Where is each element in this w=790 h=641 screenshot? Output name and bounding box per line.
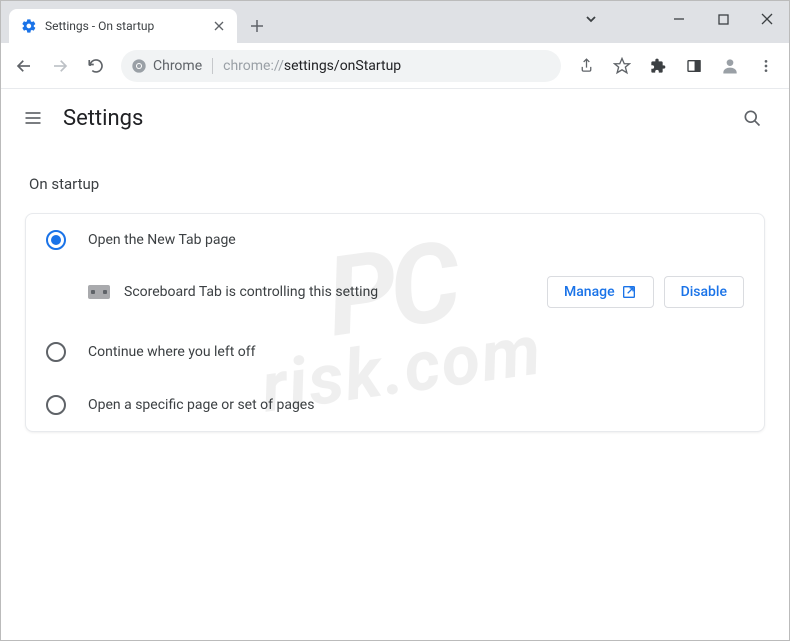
option-new-tab[interactable]: Open the New Tab page — [26, 214, 764, 266]
option-continue[interactable]: Continue where you left off — [26, 326, 764, 378]
main-content: On startup Open the New Tab page Scorebo… — [1, 147, 789, 456]
chrome-logo-icon — [131, 58, 147, 74]
page-title: Settings — [63, 106, 143, 131]
titlebar: Settings - On startup — [1, 1, 789, 43]
search-settings-button[interactable] — [735, 101, 769, 135]
close-tab-icon[interactable] — [211, 18, 227, 34]
option-specific-pages[interactable]: Open a specific page or set of pages — [26, 378, 764, 431]
gear-icon — [21, 18, 37, 34]
hamburger-menu-button[interactable] — [21, 106, 45, 130]
browser-tab[interactable]: Settings - On startup — [9, 9, 237, 43]
site-chip[interactable]: Chrome — [131, 58, 202, 74]
toolbar: Chrome chrome://settings/onStartup — [1, 43, 789, 89]
reload-button[interactable] — [79, 49, 113, 83]
open-external-icon — [621, 284, 637, 300]
radio-icon[interactable] — [46, 230, 66, 250]
tab-search-chevron-icon[interactable] — [571, 1, 611, 37]
settings-header: Settings — [1, 89, 789, 147]
option-label: Continue where you left off — [88, 344, 256, 360]
url-scheme: chrome:// — [223, 58, 284, 74]
disable-label: Disable — [681, 284, 727, 300]
close-window-button[interactable] — [745, 1, 789, 37]
extensions-button[interactable] — [641, 49, 675, 83]
option-label: Open the New Tab page — [88, 232, 236, 248]
url-path: /onStartup — [334, 58, 401, 74]
chip-label: Chrome — [153, 58, 202, 74]
tab-title: Settings - On startup — [45, 19, 211, 33]
new-tab-button[interactable] — [243, 12, 271, 40]
radio-icon[interactable] — [46, 342, 66, 362]
profile-button[interactable] — [713, 49, 747, 83]
share-button[interactable] — [569, 49, 603, 83]
controlled-by-extension-row: Scoreboard Tab is controlling this setti… — [26, 266, 764, 326]
radio-icon[interactable] — [46, 395, 66, 415]
startup-card: Open the New Tab page Scoreboard Tab is … — [25, 213, 765, 432]
manage-button[interactable]: Manage — [547, 276, 654, 308]
divider — [212, 58, 213, 74]
url-host: settings — [284, 58, 334, 74]
manage-label: Manage — [564, 284, 615, 300]
minimize-button[interactable] — [657, 1, 701, 37]
sidepanel-button[interactable] — [677, 49, 711, 83]
maximize-button[interactable] — [701, 1, 745, 37]
bookmark-button[interactable] — [605, 49, 639, 83]
menu-button[interactable] — [749, 49, 783, 83]
option-label: Open a specific page or set of pages — [88, 397, 314, 413]
address-bar[interactable]: Chrome chrome://settings/onStartup — [121, 50, 561, 82]
section-title: On startup — [29, 175, 765, 193]
disable-button[interactable]: Disable — [664, 276, 744, 308]
url-text: chrome://settings/onStartup — [223, 58, 401, 74]
forward-button[interactable] — [43, 49, 77, 83]
back-button[interactable] — [7, 49, 41, 83]
extension-icon — [88, 285, 110, 299]
controlled-text: Scoreboard Tab is controlling this setti… — [124, 284, 533, 300]
